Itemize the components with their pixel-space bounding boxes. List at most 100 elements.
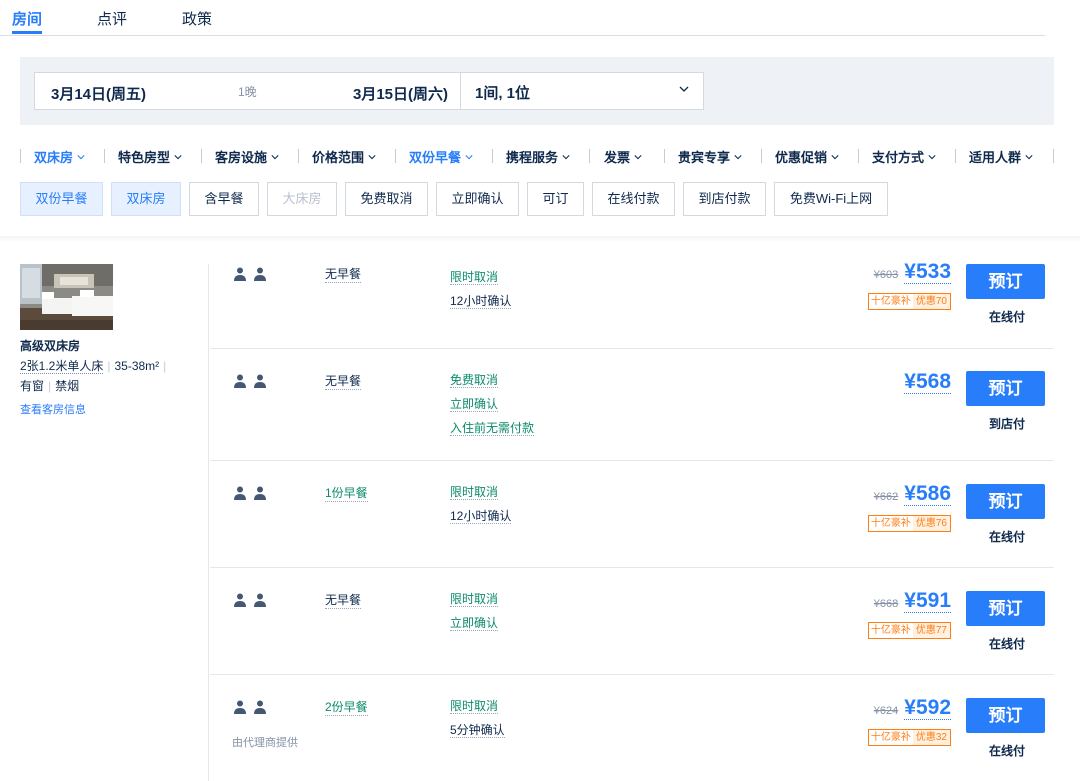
filter-divider [955, 149, 956, 163]
two-guests-icon [234, 374, 266, 388]
promo-badge: 十亿豪补 优惠70 [867, 293, 951, 310]
room-features: 有窗 | 禁烟 [20, 379, 80, 393]
meal-info: 无早餐 [325, 267, 362, 283]
discount-label: 优惠70 [912, 294, 950, 309]
chip-pay-at-hotel[interactable]: 到店付款 [683, 182, 766, 216]
cancel-policy[interactable]: 限时取消 [450, 270, 499, 285]
payment-policy: 入住前无需付款 [450, 421, 535, 436]
confirm-policy: 立即确认 [450, 397, 499, 412]
filter-label: 特色房型 [118, 150, 171, 165]
guest-selector[interactable]: 1间, 1位 [460, 72, 704, 110]
two-guests-icon [234, 700, 266, 714]
book-button[interactable]: 预订 [966, 698, 1045, 733]
filter-divider [589, 149, 590, 163]
guest-summary: 1间, 1位 [475, 85, 531, 102]
filter-divider [761, 149, 762, 163]
filter-label: 客房设施 [215, 150, 268, 165]
chip-double-breakfast[interactable]: 双份早餐 [20, 182, 103, 216]
filter-label: 优惠促销 [775, 150, 828, 165]
current-price[interactable]: ¥586 [904, 482, 951, 506]
filter-divider [858, 149, 859, 163]
current-price[interactable]: ¥568 [904, 370, 951, 394]
nights-count: 1晚 [238, 85, 257, 99]
rate-row: 1份早餐 限时取消 12小时确认 ¥662 ¥586 十亿豪补 优惠76 预订 在线… [210, 461, 1054, 568]
filter-promotions[interactable]: 优惠促销 [775, 147, 839, 166]
filter-payment[interactable]: 支付方式 [872, 147, 936, 166]
tab-reviews[interactable]: 点评 [97, 8, 127, 29]
filter-facilities[interactable]: 客房设施 [215, 147, 279, 166]
book-button[interactable]: 预订 [966, 484, 1045, 519]
price: ¥624 ¥592 [874, 696, 951, 720]
room-photo[interactable] [20, 264, 113, 330]
chip-instant-confirm[interactable]: 立即确认 [436, 182, 519, 216]
book-button[interactable]: 预订 [966, 371, 1045, 406]
meal-info: 无早餐 [325, 593, 362, 609]
room-info-link[interactable]: 查看客房信息 [20, 401, 86, 417]
chevron-down-icon [174, 155, 182, 160]
filter-special-room[interactable]: 特色房型 [118, 147, 182, 166]
chevron-down-icon [562, 155, 570, 160]
checkin-date[interactable]: 3月14日(周五) [51, 83, 146, 104]
chip-free-wifi[interactable]: 免费Wi-Fi上网 [774, 182, 888, 216]
chip-pay-online[interactable]: 在线付款 [592, 182, 675, 216]
filter-label: 携程服务 [506, 150, 559, 165]
chip-twin-room[interactable]: 双床房 [111, 182, 181, 216]
discount-label: 优惠32 [912, 730, 950, 745]
price: ¥662 ¥586 [874, 482, 951, 506]
filter-price-range[interactable]: 价格范围 [312, 147, 376, 166]
filter-divider [20, 149, 21, 163]
cancel-policy[interactable]: 免费取消 [450, 373, 499, 388]
tab-policies[interactable]: 政策 [182, 8, 212, 29]
search-panel: 3月14日(周五) 1晚 3月15日(周六) 1间, 1位 [20, 57, 1054, 125]
chevron-down-icon [465, 155, 473, 160]
active-tab-indicator [12, 31, 42, 34]
payment-type: 在线付 [988, 530, 1025, 544]
room-area: 35-38m² [114, 359, 160, 373]
section-divider [0, 236, 1080, 242]
date-picker[interactable]: 3月14日(周五) 1晚 3月15日(周六) [34, 72, 461, 110]
filter-double-breakfast[interactable]: 双份早餐 [409, 147, 473, 166]
tab-rooms[interactable]: 房间 [12, 8, 42, 29]
room-name: 高级双床房 [20, 339, 81, 353]
promo-badge: 十亿豪补 优惠32 [867, 729, 951, 746]
filter-divider [201, 149, 202, 163]
cancel-policy[interactable]: 限时取消 [450, 592, 499, 607]
original-price: ¥603 [873, 269, 899, 281]
chevron-down-icon [634, 155, 642, 160]
meal-info: 1份早餐 [325, 486, 368, 502]
book-button[interactable]: 预订 [966, 264, 1045, 299]
rate-policies: 限时取消 12小时确认 [450, 265, 512, 313]
chip-bookable[interactable]: 可订 [527, 182, 584, 216]
rate-policies: 免费取消 立即确认 入住前无需付款 [450, 368, 535, 440]
filter-audience[interactable]: 适用人群 [969, 147, 1033, 166]
chip-king-room: 大床房 [267, 182, 337, 216]
filter-ctrip-service[interactable]: 携程服务 [506, 147, 570, 166]
confirm-policy: 12小时确认 [450, 294, 512, 309]
filter-twin-room[interactable]: 双床房 [34, 147, 85, 166]
confirm-policy: 12小时确认 [450, 509, 512, 524]
current-price[interactable]: ¥533 [904, 260, 951, 284]
chip-with-breakfast[interactable]: 含早餐 [189, 182, 259, 216]
cancel-policy[interactable]: 限时取消 [450, 699, 499, 714]
rate-policies: 限时取消 立即确认 [450, 587, 499, 635]
rate-row: 由代理商提供 2份早餐 限时取消 5分钟确认 ¥624 ¥592 十亿豪补 优惠32… [210, 675, 1054, 781]
cancel-policy[interactable]: 限时取消 [450, 485, 499, 500]
checkout-date[interactable]: 3月15日(周六) [353, 83, 448, 104]
promo-label: 十亿豪补 [868, 294, 913, 309]
filter-divider [1053, 149, 1054, 163]
confirm-policy: 立即确认 [450, 616, 499, 631]
chip-free-cancel[interactable]: 免费取消 [345, 182, 428, 216]
filter-vip[interactable]: 贵宾专享 [678, 147, 742, 166]
filter-label: 双床房 [34, 150, 74, 165]
filter-divider [104, 149, 105, 163]
room-rates-divider [208, 264, 209, 781]
smoking-info: 禁烟 [55, 379, 80, 393]
current-price[interactable]: ¥591 [904, 589, 951, 613]
payment-type: 在线付 [988, 637, 1025, 651]
filter-divider [298, 149, 299, 163]
chevron-down-icon [734, 155, 742, 160]
chevron-down-icon [368, 155, 376, 160]
filter-invoice[interactable]: 发票 [604, 147, 642, 166]
book-button[interactable]: 预订 [966, 591, 1045, 626]
current-price[interactable]: ¥592 [904, 696, 951, 720]
